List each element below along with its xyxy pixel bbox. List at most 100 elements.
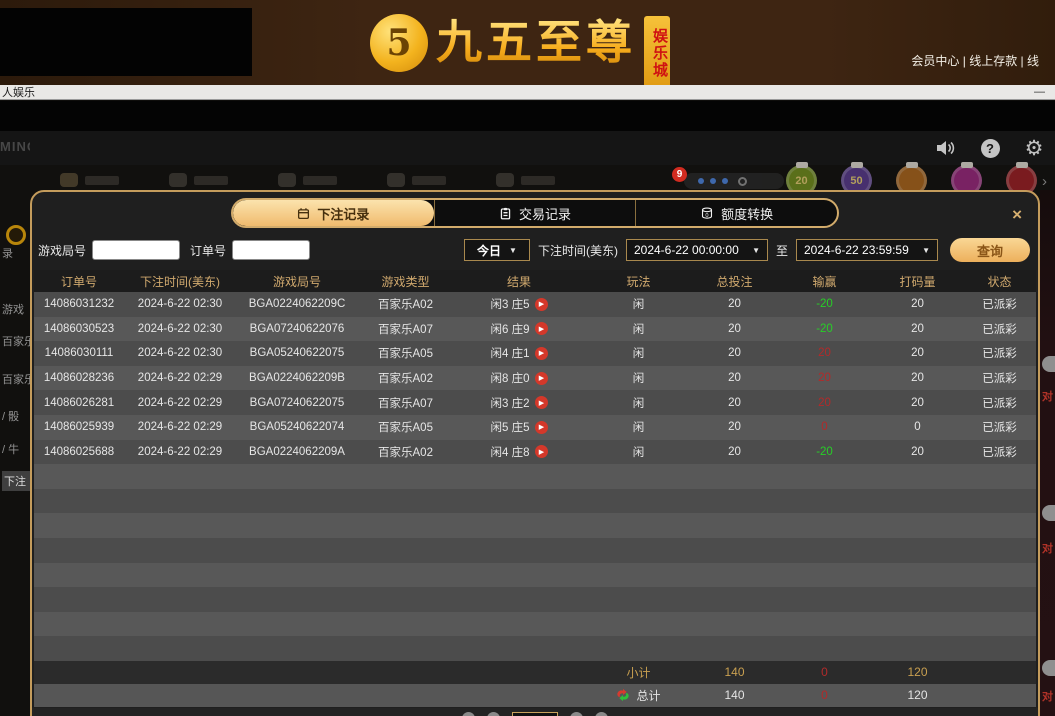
result-text: 闲6 庄9 bbox=[491, 321, 530, 337]
window-title: 人娱乐 bbox=[2, 84, 35, 100]
sidebar-item-fragment[interactable]: 下注 bbox=[2, 471, 30, 491]
cell-play-type: 闲 bbox=[585, 370, 692, 386]
tab-label: 交易记录 bbox=[519, 204, 571, 223]
result-text: 闲3 庄2 bbox=[491, 395, 530, 411]
subtotal-label: 小计 bbox=[585, 664, 692, 681]
table-row: 140860259392024-6-22 02:29BGA05240622074… bbox=[34, 415, 1036, 440]
result-text: 闲8 庄0 bbox=[491, 370, 530, 386]
site-logo-text: 九五至尊 bbox=[436, 10, 636, 74]
sidebar-item-fragment[interactable]: 录 bbox=[2, 245, 13, 261]
lobby-nav-item[interactable] bbox=[169, 173, 228, 187]
page-number-input[interactable] bbox=[512, 712, 558, 716]
dot-icon bbox=[698, 178, 704, 184]
cell-turnover: 20 bbox=[872, 397, 963, 409]
cell-win-loss: 0 bbox=[777, 421, 872, 433]
chevron-right-icon[interactable]: › bbox=[1042, 173, 1047, 190]
page-first-button[interactable] bbox=[462, 712, 475, 716]
order-no-label: 订单号 bbox=[190, 242, 226, 259]
lobby-nav-item[interactable] bbox=[387, 173, 446, 187]
page-next-button[interactable] bbox=[570, 712, 583, 716]
cell-bet-time: 2024-6-22 02:29 bbox=[124, 446, 236, 458]
right-lobby-sliver: 对对对 bbox=[1040, 190, 1055, 716]
tab-label: 额度转换 bbox=[721, 204, 773, 223]
order-no-input[interactable] bbox=[232, 240, 310, 260]
lobby-fragment-text: 对 bbox=[1042, 388, 1053, 404]
tab-credit-transfer[interactable]: 0 额度转换 bbox=[635, 200, 837, 226]
cell-bet-time: 2024-6-22 02:29 bbox=[124, 372, 236, 384]
play-replay-icon[interactable]: ▶ bbox=[535, 445, 548, 458]
cell-play-type: 闲 bbox=[585, 345, 692, 361]
brand-header: 5 九五至尊 娱乐城 会员中心 | 线上存款 | 线 bbox=[0, 0, 1055, 85]
sidebar-item-fragment[interactable]: 百家乐 bbox=[2, 371, 30, 387]
lobby-nav-item[interactable] bbox=[60, 173, 119, 187]
cell-play-type: 闲 bbox=[585, 296, 692, 312]
play-replay-icon[interactable]: ▶ bbox=[535, 396, 548, 409]
sidebar-item-fragment[interactable]: / 骰 bbox=[2, 408, 19, 424]
member-links[interactable]: 会员中心 | 线上存款 | 线 bbox=[911, 52, 1039, 69]
total-win-loss: 0 bbox=[777, 688, 872, 702]
calendar-icon bbox=[297, 207, 310, 220]
empty-row bbox=[34, 636, 1036, 661]
cell-round-no: BGA05240622075 bbox=[236, 347, 358, 359]
lobby-nav bbox=[60, 173, 555, 187]
window-titlebar: 人娱乐 — bbox=[0, 85, 1055, 100]
minimize-button[interactable]: — bbox=[1034, 86, 1045, 98]
records-table: 订单号下注时间(美东)游戏局号游戏类型结果玩法总投注输赢打码量状态 140860… bbox=[34, 270, 1036, 707]
lobby-fragment-text: 对 bbox=[1042, 688, 1053, 704]
cell-result: 闲8 庄0 ▶ bbox=[453, 370, 585, 386]
site-logo: 5 九五至尊 娱乐城 bbox=[370, 10, 670, 85]
page-last-button[interactable] bbox=[595, 712, 608, 716]
tab-bet-records[interactable]: 下注记录 bbox=[233, 200, 434, 226]
play-replay-icon[interactable]: ▶ bbox=[535, 372, 548, 385]
column-header: 打码量 bbox=[872, 273, 963, 290]
time-to-select[interactable]: 2024-6-22 23:59:59 ▼ bbox=[796, 239, 938, 261]
result-text: 闲3 庄5 bbox=[491, 296, 530, 312]
date-range-select[interactable]: 今日 ▼ bbox=[464, 239, 530, 261]
column-header: 结果 bbox=[453, 273, 585, 290]
bet-time-label: 下注时间(美东) bbox=[538, 242, 618, 259]
chip-tab bbox=[796, 162, 808, 168]
cell-play-type: 闲 bbox=[585, 321, 692, 337]
table-header: 订单号下注时间(美东)游戏局号游戏类型结果玩法总投注输赢打码量状态 bbox=[34, 270, 1036, 292]
sidebar-item-fragment[interactable]: 百家乐 bbox=[2, 333, 30, 349]
play-replay-icon[interactable]: ▶ bbox=[535, 298, 548, 311]
notice-pill[interactable] bbox=[684, 173, 784, 189]
chevron-down-icon: ▼ bbox=[922, 246, 930, 255]
subtotal-win-loss: 0 bbox=[777, 665, 872, 679]
lobby-nav-item[interactable] bbox=[496, 173, 555, 187]
sidebar-item-fragment[interactable]: 游戏 bbox=[2, 301, 24, 317]
cell-bet-time: 2024-6-22 02:30 bbox=[124, 298, 236, 310]
total-turnover: 120 bbox=[872, 688, 963, 702]
cell-game-type: 百家乐A05 bbox=[358, 345, 453, 361]
tab-transaction-records[interactable]: 交易记录 bbox=[434, 200, 636, 226]
cell-play-type: 闲 bbox=[585, 395, 692, 411]
cell-game-type: 百家乐A05 bbox=[358, 419, 453, 435]
play-replay-icon[interactable]: ▶ bbox=[535, 347, 548, 360]
cell-turnover: 20 bbox=[872, 323, 963, 335]
page-prev-button[interactable] bbox=[487, 712, 500, 716]
game-topbar: MING ? ⚙ bbox=[0, 131, 1055, 165]
play-replay-icon[interactable]: ▶ bbox=[535, 421, 548, 434]
total-label: 总计 bbox=[636, 687, 660, 704]
cell-status: 已派彩 bbox=[963, 370, 1036, 386]
cell-turnover: 20 bbox=[872, 446, 963, 458]
empty-row bbox=[34, 563, 1036, 588]
cell-turnover: 0 bbox=[872, 421, 963, 433]
search-button[interactable]: 查询 bbox=[950, 238, 1030, 262]
sidebar-item-fragment[interactable]: / 牛 bbox=[2, 441, 19, 457]
cell-turnover: 20 bbox=[872, 347, 963, 359]
empty-row bbox=[34, 538, 1036, 563]
lobby-nav-item[interactable] bbox=[278, 173, 337, 187]
cell-bet-time: 2024-6-22 02:29 bbox=[124, 397, 236, 409]
table-row: 140860305232024-6-22 02:30BGA07240622076… bbox=[34, 317, 1036, 342]
close-icon[interactable]: × bbox=[1012, 206, 1022, 223]
lobby-fragment-blob bbox=[1042, 505, 1055, 521]
help-icon[interactable]: ? bbox=[979, 137, 1001, 159]
game-round-input[interactable] bbox=[92, 240, 180, 260]
total-row: 总计 140 0 120 bbox=[34, 684, 1036, 707]
gear-icon[interactable]: ⚙ bbox=[1023, 137, 1045, 159]
speaker-icon[interactable] bbox=[935, 137, 957, 159]
cell-win-loss: 20 bbox=[777, 397, 872, 409]
play-replay-icon[interactable]: ▶ bbox=[535, 322, 548, 335]
time-from-select[interactable]: 2024-6-22 00:00:00 ▼ bbox=[626, 239, 768, 261]
